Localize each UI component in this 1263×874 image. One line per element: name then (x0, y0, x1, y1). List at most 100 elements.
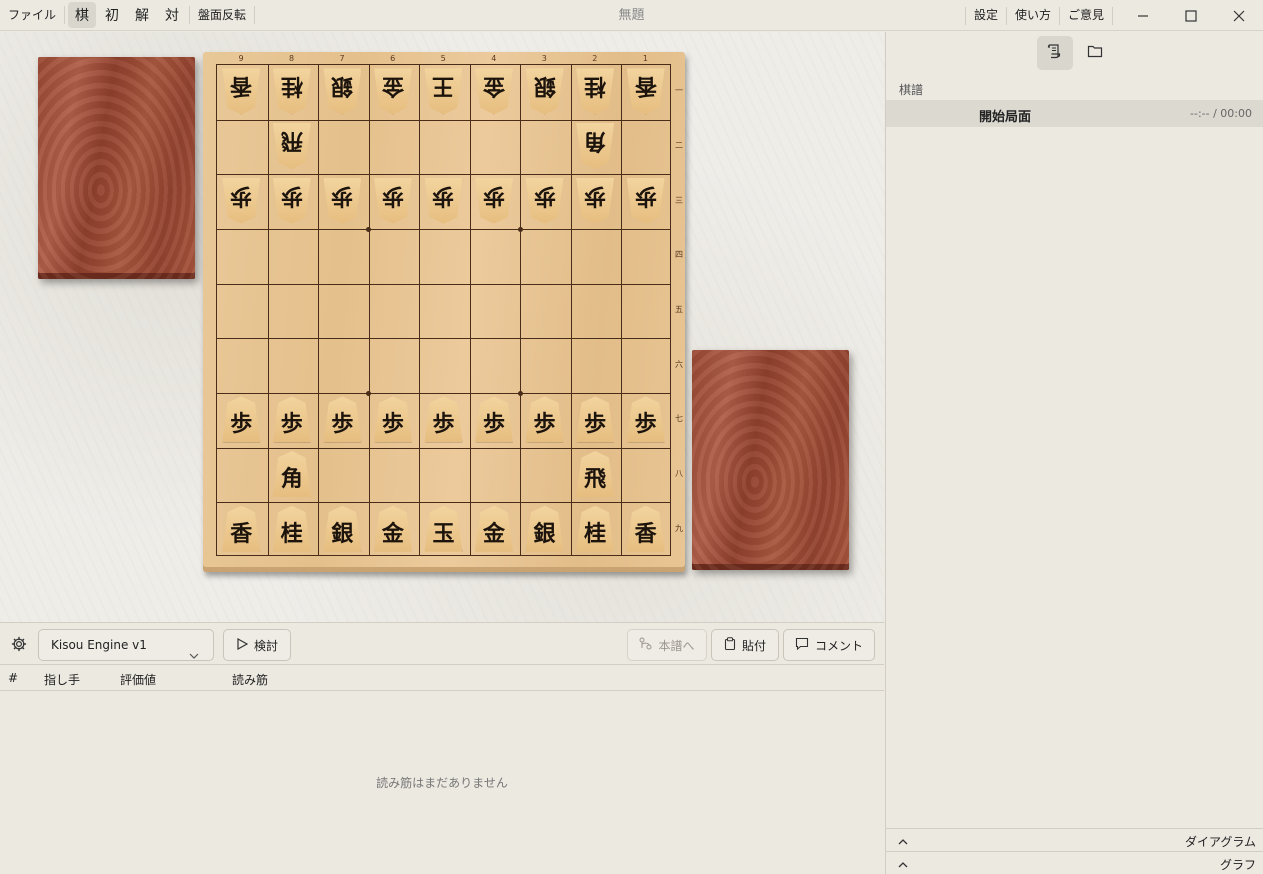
sente-piece-stand[interactable] (692, 350, 849, 570)
piece-label: 銀 (331, 73, 354, 100)
shogi-piece[interactable]: 王 (424, 68, 463, 115)
piece-label: 金 (381, 73, 404, 100)
shogi-piece[interactable]: 玉 (424, 505, 463, 552)
tab-files[interactable] (1077, 36, 1113, 70)
star-point (517, 226, 523, 232)
shogi-piece[interactable]: 歩 (525, 396, 564, 443)
piece-label: 銀 (331, 520, 354, 547)
star-point (366, 226, 372, 232)
piece-label: 飛 (280, 128, 303, 154)
settings-menu[interactable]: 設定 (968, 0, 1004, 31)
tab-kifu[interactable] (1037, 36, 1073, 70)
shogi-piece[interactable]: 銀 (525, 68, 564, 115)
shogi-piece[interactable]: 金 (475, 505, 514, 552)
shogi-piece[interactable]: 歩 (525, 177, 564, 224)
file-label: 8 (289, 54, 295, 63)
shogi-piece[interactable]: 銀 (323, 505, 362, 552)
shogi-piece[interactable]: 金 (373, 68, 412, 115)
shogi-piece[interactable]: 桂 (576, 505, 615, 552)
shogi-piece[interactable]: 歩 (576, 177, 615, 224)
mode-board-button[interactable]: 棋 (68, 2, 97, 28)
grid-line (267, 65, 269, 555)
paste-button[interactable]: 貼付 (711, 629, 779, 661)
piece-label: 金 (483, 520, 506, 547)
shogi-piece[interactable]: 歩 (222, 396, 261, 443)
file-label: 5 (440, 54, 446, 63)
mode-init-button[interactable]: 初 (98, 2, 126, 28)
shogi-piece[interactable]: 香 (222, 505, 261, 552)
grid-line (469, 65, 471, 555)
shogi-piece[interactable]: 桂 (272, 68, 311, 115)
flip-board-button[interactable]: 盤面反転 (192, 0, 252, 31)
piece-label: 歩 (483, 182, 506, 209)
shogi-piece[interactable]: 香 (626, 505, 665, 552)
grid-line (368, 65, 370, 555)
shogi-piece[interactable]: 歩 (373, 177, 412, 224)
shogi-piece[interactable]: 香 (626, 68, 665, 115)
shogi-piece[interactable]: 銀 (323, 68, 362, 115)
side-tabs (886, 36, 1263, 72)
grid-line (520, 65, 522, 555)
side-panel: 棋譜 開始局面 --:-- / 00:00 ダイアグラム グラフ (885, 32, 1263, 874)
shogi-piece[interactable]: 歩 (626, 177, 665, 224)
piece-label: 歩 (381, 411, 404, 438)
shogi-piece[interactable]: 金 (475, 68, 514, 115)
diagram-accordion[interactable]: ダイアグラム (886, 828, 1263, 851)
shogi-piece[interactable]: 歩 (272, 177, 311, 224)
menu-file[interactable]: ファイル (2, 0, 62, 31)
analyze-button[interactable]: 検討 (223, 629, 291, 661)
shogi-piece[interactable]: 金 (373, 505, 412, 552)
shogi-piece[interactable]: 桂 (576, 68, 615, 115)
shogi-piece[interactable]: 角 (576, 123, 615, 169)
piece-label: 香 (634, 73, 657, 100)
shogi-piece[interactable]: 歩 (475, 396, 514, 443)
shogi-piece[interactable]: 歩 (373, 396, 412, 443)
mode-analyze-button[interactable]: 解 (128, 2, 156, 28)
shogi-piece[interactable]: 歩 (323, 396, 362, 443)
shogi-piece[interactable]: 歩 (424, 177, 463, 224)
gear-icon[interactable] (11, 636, 27, 652)
rank-label: 二 (675, 141, 683, 150)
rank-label: 九 (675, 523, 683, 533)
rank-label: 三 (675, 195, 683, 205)
shogi-piece[interactable]: 歩 (475, 177, 514, 224)
minimize-icon[interactable] (1119, 0, 1167, 31)
howto-menu[interactable]: 使い方 (1009, 0, 1057, 31)
to-main-line-button[interactable]: 本譜へ (627, 629, 707, 661)
piece-label: 角 (584, 128, 607, 154)
graph-accordion[interactable]: グラフ (886, 851, 1263, 874)
shogi-piece[interactable]: 角 (272, 451, 311, 498)
shogi-piece[interactable]: 歩 (323, 177, 362, 224)
menu-separator (1112, 6, 1113, 25)
comment-icon (795, 637, 809, 653)
shogi-piece[interactable]: 歩 (222, 177, 261, 224)
close-icon[interactable] (1215, 0, 1263, 31)
kifu-row[interactable]: 開始局面 --:-- / 00:00 (886, 100, 1263, 127)
kifu-label: 棋譜 (899, 83, 924, 97)
maximize-icon[interactable] (1167, 0, 1215, 31)
shogi-piece[interactable]: 銀 (525, 505, 564, 552)
rank-label: 七 (675, 414, 683, 424)
shogi-piece[interactable]: 歩 (626, 396, 665, 443)
shogi-piece[interactable]: 歩 (576, 396, 615, 443)
feedback-menu[interactable]: ご意見 (1062, 0, 1110, 31)
engine-select[interactable]: Kisou Engine v1 (38, 629, 214, 661)
shogi-board[interactable]: 987654321 一二三四五六七八九 香桂銀金王金銀桂香飛角歩歩歩歩歩歩歩歩歩… (203, 52, 685, 572)
pv-empty-message: 読み筋はまだありません (376, 776, 508, 790)
shogi-piece[interactable]: 桂 (272, 505, 311, 552)
file-label: 3 (541, 54, 547, 63)
shogi-piece[interactable]: 歩 (424, 396, 463, 443)
grid-line (621, 65, 623, 555)
shogi-piece[interactable]: 飛 (576, 451, 615, 498)
rank-label: 四 (675, 250, 683, 260)
shogi-piece[interactable]: 歩 (272, 396, 311, 443)
gote-piece-stand[interactable] (38, 57, 195, 279)
mode-play-button[interactable]: 対 (158, 2, 186, 28)
shogi-piece[interactable]: 飛 (272, 123, 311, 169)
piece-label: 歩 (280, 182, 303, 209)
piece-label: 歩 (280, 411, 303, 438)
col-move: 指し手 (44, 673, 81, 687)
shogi-piece[interactable]: 香 (222, 68, 261, 115)
comment-button[interactable]: コメント (783, 629, 875, 661)
piece-label: 金 (381, 520, 404, 547)
